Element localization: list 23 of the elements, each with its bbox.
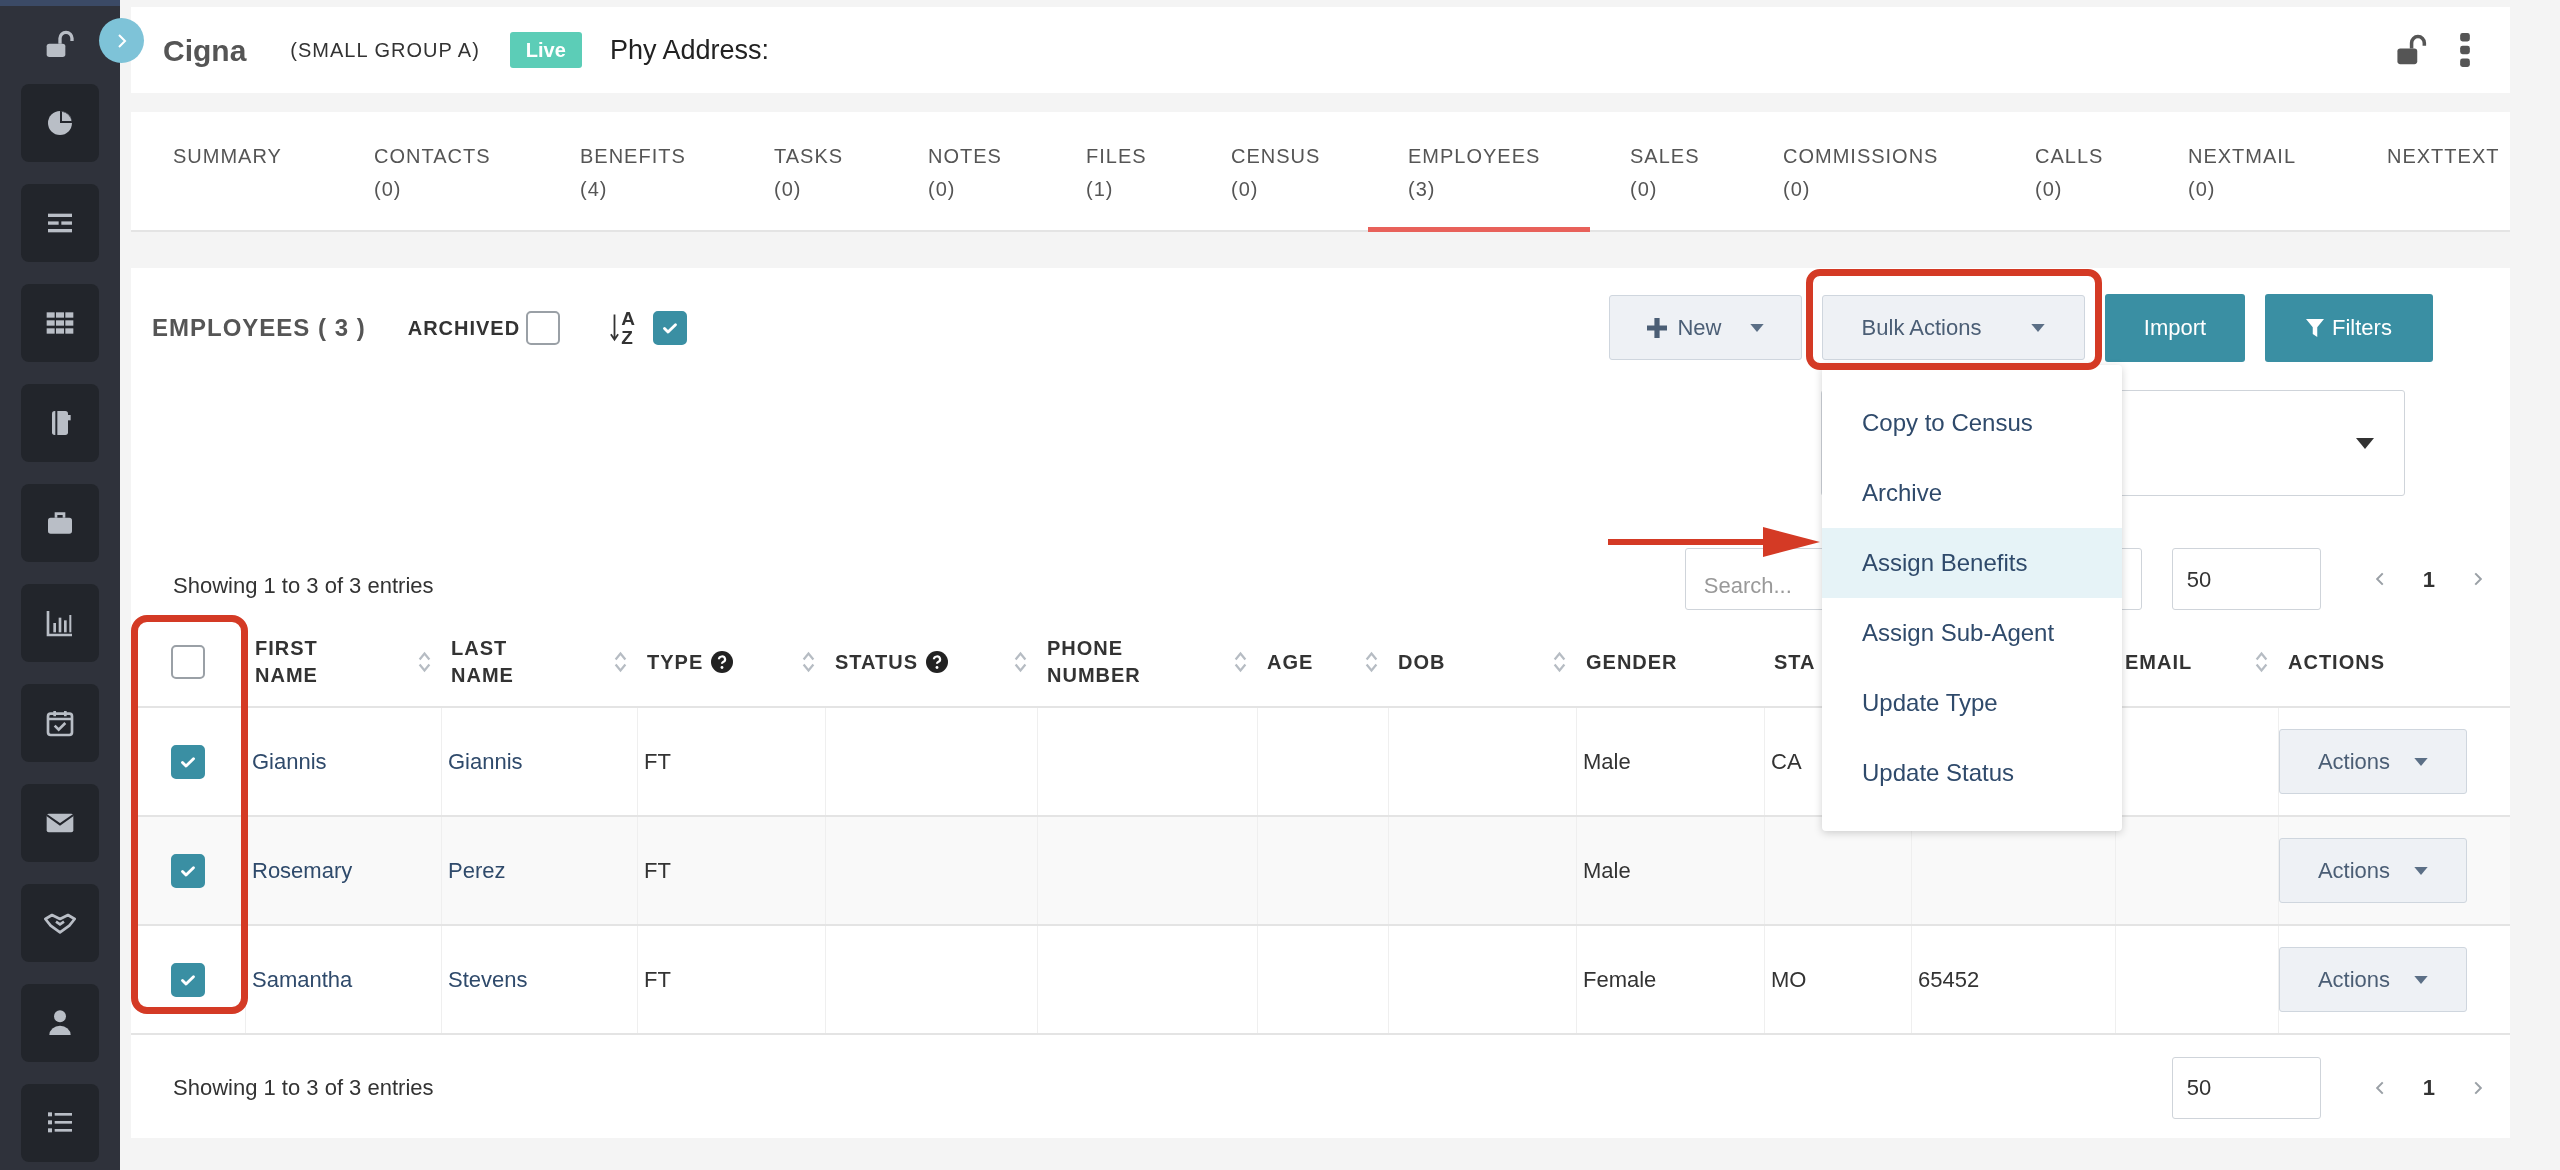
archived-label: ARCHIVED xyxy=(407,315,521,341)
table-cell-text: 65452 xyxy=(1918,966,1980,994)
table-cell-text: Male xyxy=(1583,748,1631,776)
table-cell-text: Female xyxy=(1583,966,1657,994)
table-cell-text: Giannis xyxy=(448,748,523,776)
table-cell-text: FT xyxy=(644,748,671,776)
table-cell-text: Samantha xyxy=(252,966,353,994)
plan-label: (SMALL GROUP A) xyxy=(290,38,480,63)
address-label: Phy Address: xyxy=(609,33,769,67)
company-title: Cigna xyxy=(163,32,247,69)
table-cell-text: Giannis xyxy=(252,748,327,776)
table-cell-text: MO xyxy=(1771,966,1807,994)
entries-info: Showing 1 to 3 of 3 entries xyxy=(173,572,434,600)
table-cell-text: FT xyxy=(644,857,671,885)
table-cell-text: FT xyxy=(644,966,671,994)
section-title: EMPLOYEES ( 3 ) xyxy=(152,312,366,343)
table-cell-text: Stevens xyxy=(448,966,528,994)
table-cell-text: Perez xyxy=(448,857,506,885)
entries-info: Showing 1 to 3 of 3 entries xyxy=(173,1074,434,1102)
status-badge: Live xyxy=(509,32,582,68)
table-cell-text: Male xyxy=(1583,857,1631,885)
table-cell-text: CA xyxy=(1771,748,1802,776)
table-cell-text: Rosemary xyxy=(252,857,353,885)
